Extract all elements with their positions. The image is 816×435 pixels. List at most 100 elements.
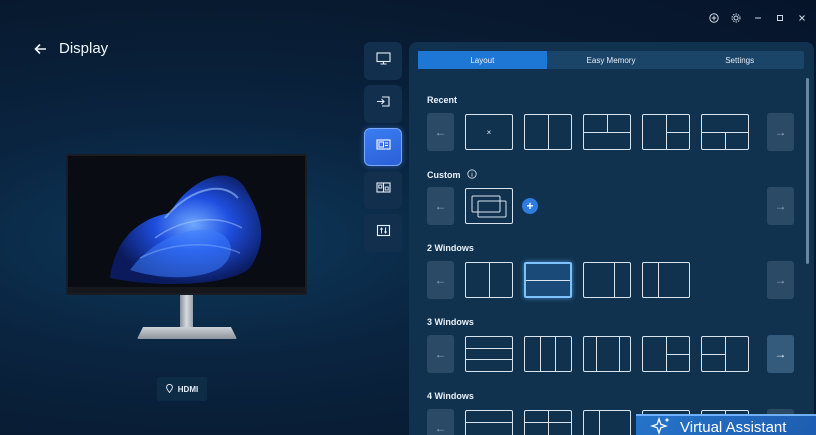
display-icon [375, 52, 391, 70]
two-windows-layout-tile[interactable] [642, 262, 690, 298]
two-windows-row: ← [427, 261, 690, 299]
tile-divider [540, 337, 542, 371]
virtual-assistant-button[interactable]: Virtual Assistant [636, 414, 816, 435]
page-header: Display [33, 40, 108, 57]
two-windows-layout-tile[interactable] [583, 262, 631, 298]
custom-next-button[interactable]: → [767, 187, 794, 225]
three-windows-layout-tile[interactable] [524, 336, 572, 372]
nav-input-button[interactable] [364, 85, 402, 123]
layout-icon [375, 138, 391, 156]
section-custom: Custom [427, 169, 477, 181]
recent-layout-tile[interactable] [701, 114, 749, 150]
section-two-windows-label: 2 Windows [427, 243, 474, 253]
three-windows-layout-tile[interactable] [642, 336, 690, 372]
two-windows-prev-button[interactable]: ← [427, 261, 454, 299]
recent-layout-tile[interactable]: × [465, 114, 513, 150]
four-windows-layout-tile[interactable] [465, 410, 513, 435]
close-icon[interactable] [796, 12, 808, 24]
nav-layout-button[interactable] [364, 128, 402, 166]
four-windows-layout-tile[interactable] [524, 410, 572, 435]
sparkle-icon [650, 416, 672, 435]
tile-divider [525, 422, 571, 424]
arrow-right-icon: → [774, 273, 787, 287]
panel-tabs: Layout Easy Memory Settings [418, 51, 804, 69]
input-icon [376, 95, 391, 113]
side-navigation [364, 42, 402, 252]
custom-layout-tile[interactable] [465, 188, 513, 224]
nav-pip-button[interactable] [364, 171, 402, 209]
monitor-chin [68, 287, 305, 293]
custom-layout-preview [471, 195, 507, 218]
four-windows-layout-tile[interactable] [583, 410, 631, 435]
layout-panel: Layout Easy Memory Settings Recent ← × →… [409, 42, 814, 435]
three-windows-layout-tile[interactable] [701, 336, 749, 372]
three-windows-row: ← [427, 335, 749, 373]
recent-layout-tile[interactable] [524, 114, 572, 150]
section-three-windows-label: 3 Windows [427, 317, 474, 327]
three-windows-layout-tile[interactable] [465, 336, 513, 372]
two-windows-layout-tile-selected[interactable] [524, 262, 572, 298]
four-windows-prev-button[interactable]: ← [427, 409, 454, 435]
tile-divider [702, 354, 725, 355]
maximize-icon[interactable] [774, 12, 786, 24]
three-windows-prev-button[interactable]: ← [427, 335, 454, 373]
nav-display-button[interactable] [364, 42, 402, 80]
three-windows-layout-tile[interactable] [583, 336, 631, 372]
monitor-wallpaper [70, 158, 303, 287]
recent-layout-tile[interactable] [583, 114, 631, 150]
info-icon[interactable] [466, 169, 477, 181]
tile-divider [584, 132, 630, 133]
tile-divider [725, 132, 726, 149]
back-arrow-icon[interactable] [33, 42, 47, 56]
arrow-left-icon: ← [434, 421, 447, 435]
pip-icon [375, 181, 391, 199]
tile-divider [607, 115, 608, 132]
window-controls [708, 12, 808, 24]
section-recent-label: Recent [427, 95, 458, 105]
add-custom-layout-button[interactable]: + [522, 198, 538, 214]
recent-layout-tile[interactable] [642, 114, 690, 150]
custom-prev-button[interactable]: ← [427, 187, 454, 225]
section-four-windows-label: 4 Windows [427, 391, 474, 401]
two-windows-layout-tile[interactable] [465, 262, 513, 298]
tile-divider [618, 337, 620, 371]
tile-divider [489, 263, 490, 297]
tile-divider [666, 354, 689, 355]
arrow-left-icon: ← [434, 199, 447, 213]
panel-scrollbar[interactable] [806, 78, 809, 264]
section-recent: Recent [427, 95, 457, 105]
minimize-icon[interactable] [752, 12, 764, 24]
arrow-left-icon: ← [434, 125, 447, 139]
monitor-stand-base [137, 327, 237, 339]
nav-adjust-button[interactable] [364, 214, 402, 252]
arrow-left-icon: ← [434, 347, 447, 361]
three-windows-next-button[interactable]: → [767, 335, 794, 373]
tile-divider [666, 132, 689, 133]
tile-divider [555, 337, 557, 371]
tab-settings[interactable]: Settings [675, 51, 804, 69]
custom-row: ← + [427, 187, 538, 225]
two-windows-next-button[interactable]: → [767, 261, 794, 299]
settings-sliders-icon [376, 224, 391, 242]
x-mark: × [486, 127, 492, 137]
page-title: Display [59, 40, 109, 57]
virtual-assistant-label: Virtual Assistant [680, 419, 787, 435]
tile-divider [526, 280, 570, 281]
tile-divider [614, 263, 616, 297]
gear-icon[interactable] [730, 12, 742, 24]
tile-divider [466, 359, 512, 361]
arrow-right-icon: → [774, 347, 787, 361]
recent-prev-button[interactable]: ← [427, 113, 454, 151]
tile-divider [466, 348, 512, 350]
section-custom-label: Custom [427, 170, 461, 180]
tab-easy-memory[interactable]: Easy Memory [547, 51, 676, 69]
section-two-windows: 2 Windows [427, 243, 474, 253]
arrow-left-icon: ← [434, 273, 447, 287]
tab-layout[interactable]: Layout [418, 51, 547, 69]
location-pin-icon [165, 383, 173, 395]
add-circle-icon[interactable] [708, 12, 720, 24]
recent-next-button[interactable]: → [767, 113, 794, 151]
input-source-badge[interactable]: HDMI [157, 377, 207, 401]
section-four-windows: 4 Windows [427, 391, 474, 401]
tile-divider [658, 263, 660, 297]
